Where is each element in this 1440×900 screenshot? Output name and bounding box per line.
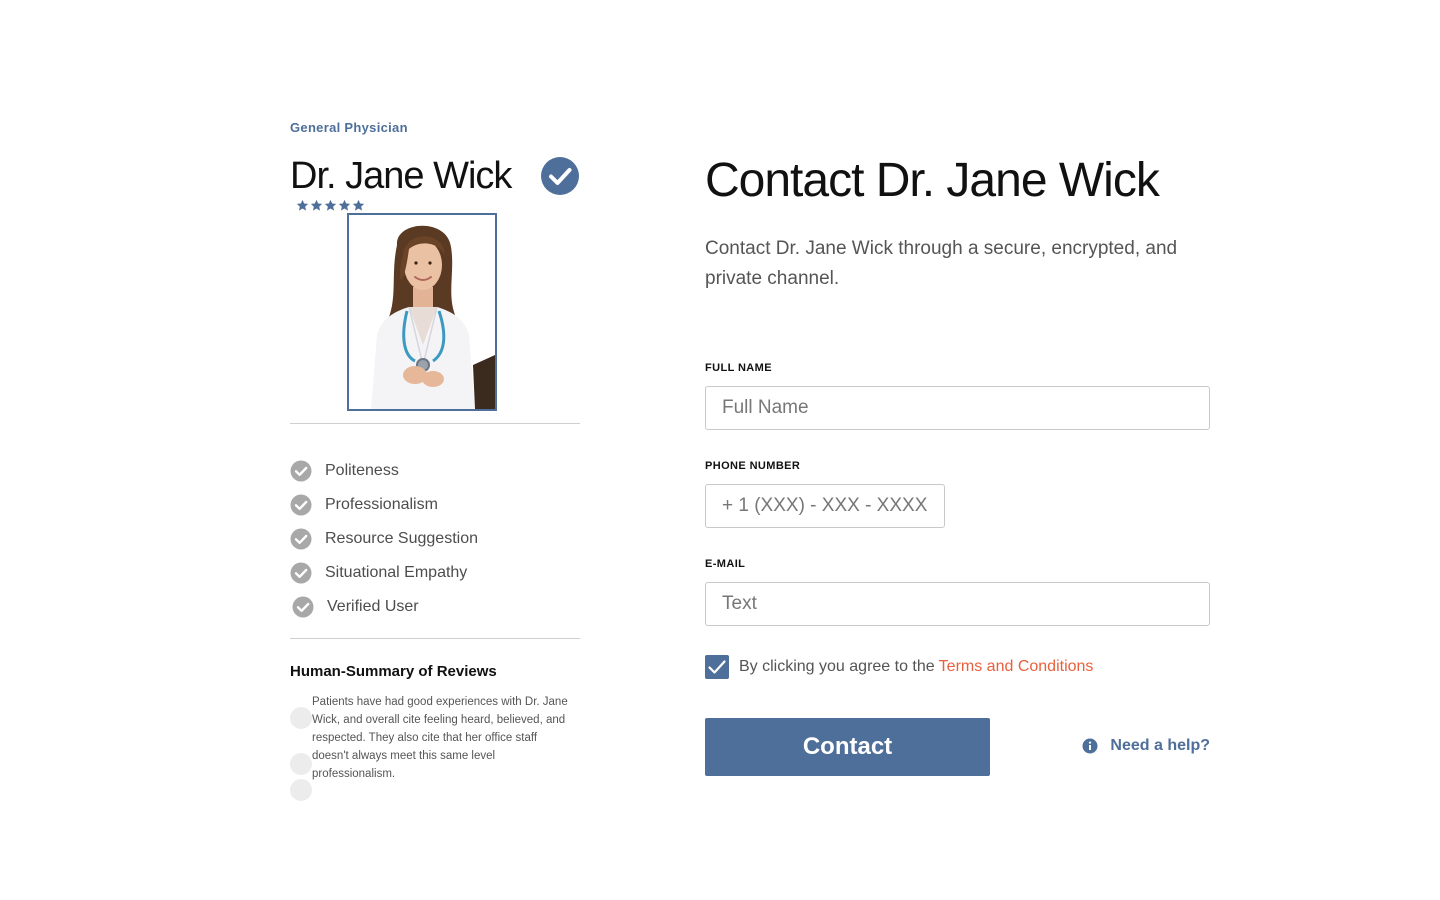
terms-checkbox[interactable] <box>705 655 729 679</box>
review-summary: Patients have had good experiences with … <box>290 693 580 813</box>
verified-check-icon <box>541 157 579 195</box>
form-title: Contact Dr. Jane Wick <box>705 154 1160 207</box>
trait-label: Situational Empathy <box>325 564 468 581</box>
doctor-portrait-illustration <box>371 225 495 409</box>
checkmark-icon <box>708 660 726 674</box>
doctor-photo <box>347 213 497 411</box>
check-circle-icon <box>290 460 312 482</box>
trait-label: Resource Suggestion <box>325 530 478 547</box>
terms-agreement-text: By clicking you agree to the <box>739 658 935 675</box>
contact-form: Contact Dr. Jane Wick Contact Dr. Jane W… <box>705 150 1210 776</box>
form-description: Contact Dr. Jane Wick through a secure, … <box>705 238 1178 289</box>
email-input[interactable] <box>705 582 1210 626</box>
phone-number-label: PHONE NUMBER <box>705 460 801 472</box>
rating-stars <box>296 199 580 213</box>
star-icon <box>310 199 323 211</box>
need-help-link[interactable]: Need a help? <box>1082 737 1210 755</box>
need-help-label: Need a help? <box>1110 737 1210 754</box>
placeholder-dot <box>290 779 312 801</box>
trait-item: Resource Suggestion <box>290 522 580 556</box>
trait-item: Situational Empathy <box>290 556 580 590</box>
check-circle-icon <box>292 596 314 618</box>
placeholder-dot <box>290 753 312 775</box>
trait-item: Verified User <box>290 590 580 624</box>
star-icon <box>338 199 351 211</box>
trait-item: Professionalism <box>290 488 580 522</box>
check-circle-icon <box>290 528 312 550</box>
star-icon <box>296 199 309 211</box>
star-icon <box>324 199 337 211</box>
phone-number-input[interactable] <box>705 484 945 528</box>
trait-item: Politeness <box>290 454 580 488</box>
check-circle-icon <box>290 562 312 584</box>
email-label: E-MAIL <box>705 558 746 570</box>
contact-button[interactable]: Contact <box>705 718 990 776</box>
trait-label: Verified User <box>327 598 419 615</box>
info-icon <box>1082 738 1098 754</box>
review-summary-text: Patients have had good experiences with … <box>312 696 568 780</box>
doctor-name-row: Dr. Jane Wick <box>290 155 580 197</box>
full-name-label: FULL NAME <box>705 362 772 374</box>
trait-label: Professionalism <box>325 496 438 513</box>
doctor-name: Dr. Jane Wick <box>290 155 512 197</box>
placeholder-dot <box>290 707 312 729</box>
terms-and-conditions-link[interactable]: Terms and Conditions <box>939 658 1094 676</box>
trait-label: Politeness <box>325 462 399 479</box>
star-icon <box>352 199 365 211</box>
divider <box>290 638 580 639</box>
full-name-input[interactable] <box>705 386 1210 430</box>
doctor-profile-panel: General Physician Dr. Jane Wick Politene… <box>290 120 580 813</box>
check-circle-icon <box>290 494 312 516</box>
doctor-specialty: General Physician <box>290 120 408 135</box>
review-summary-title: Human-Summary of Reviews <box>290 663 497 680</box>
terms-agreement-row: By clicking you agree to the Terms and C… <box>705 655 1093 679</box>
trait-list: Politeness Professionalism Resource Sugg… <box>290 424 580 638</box>
